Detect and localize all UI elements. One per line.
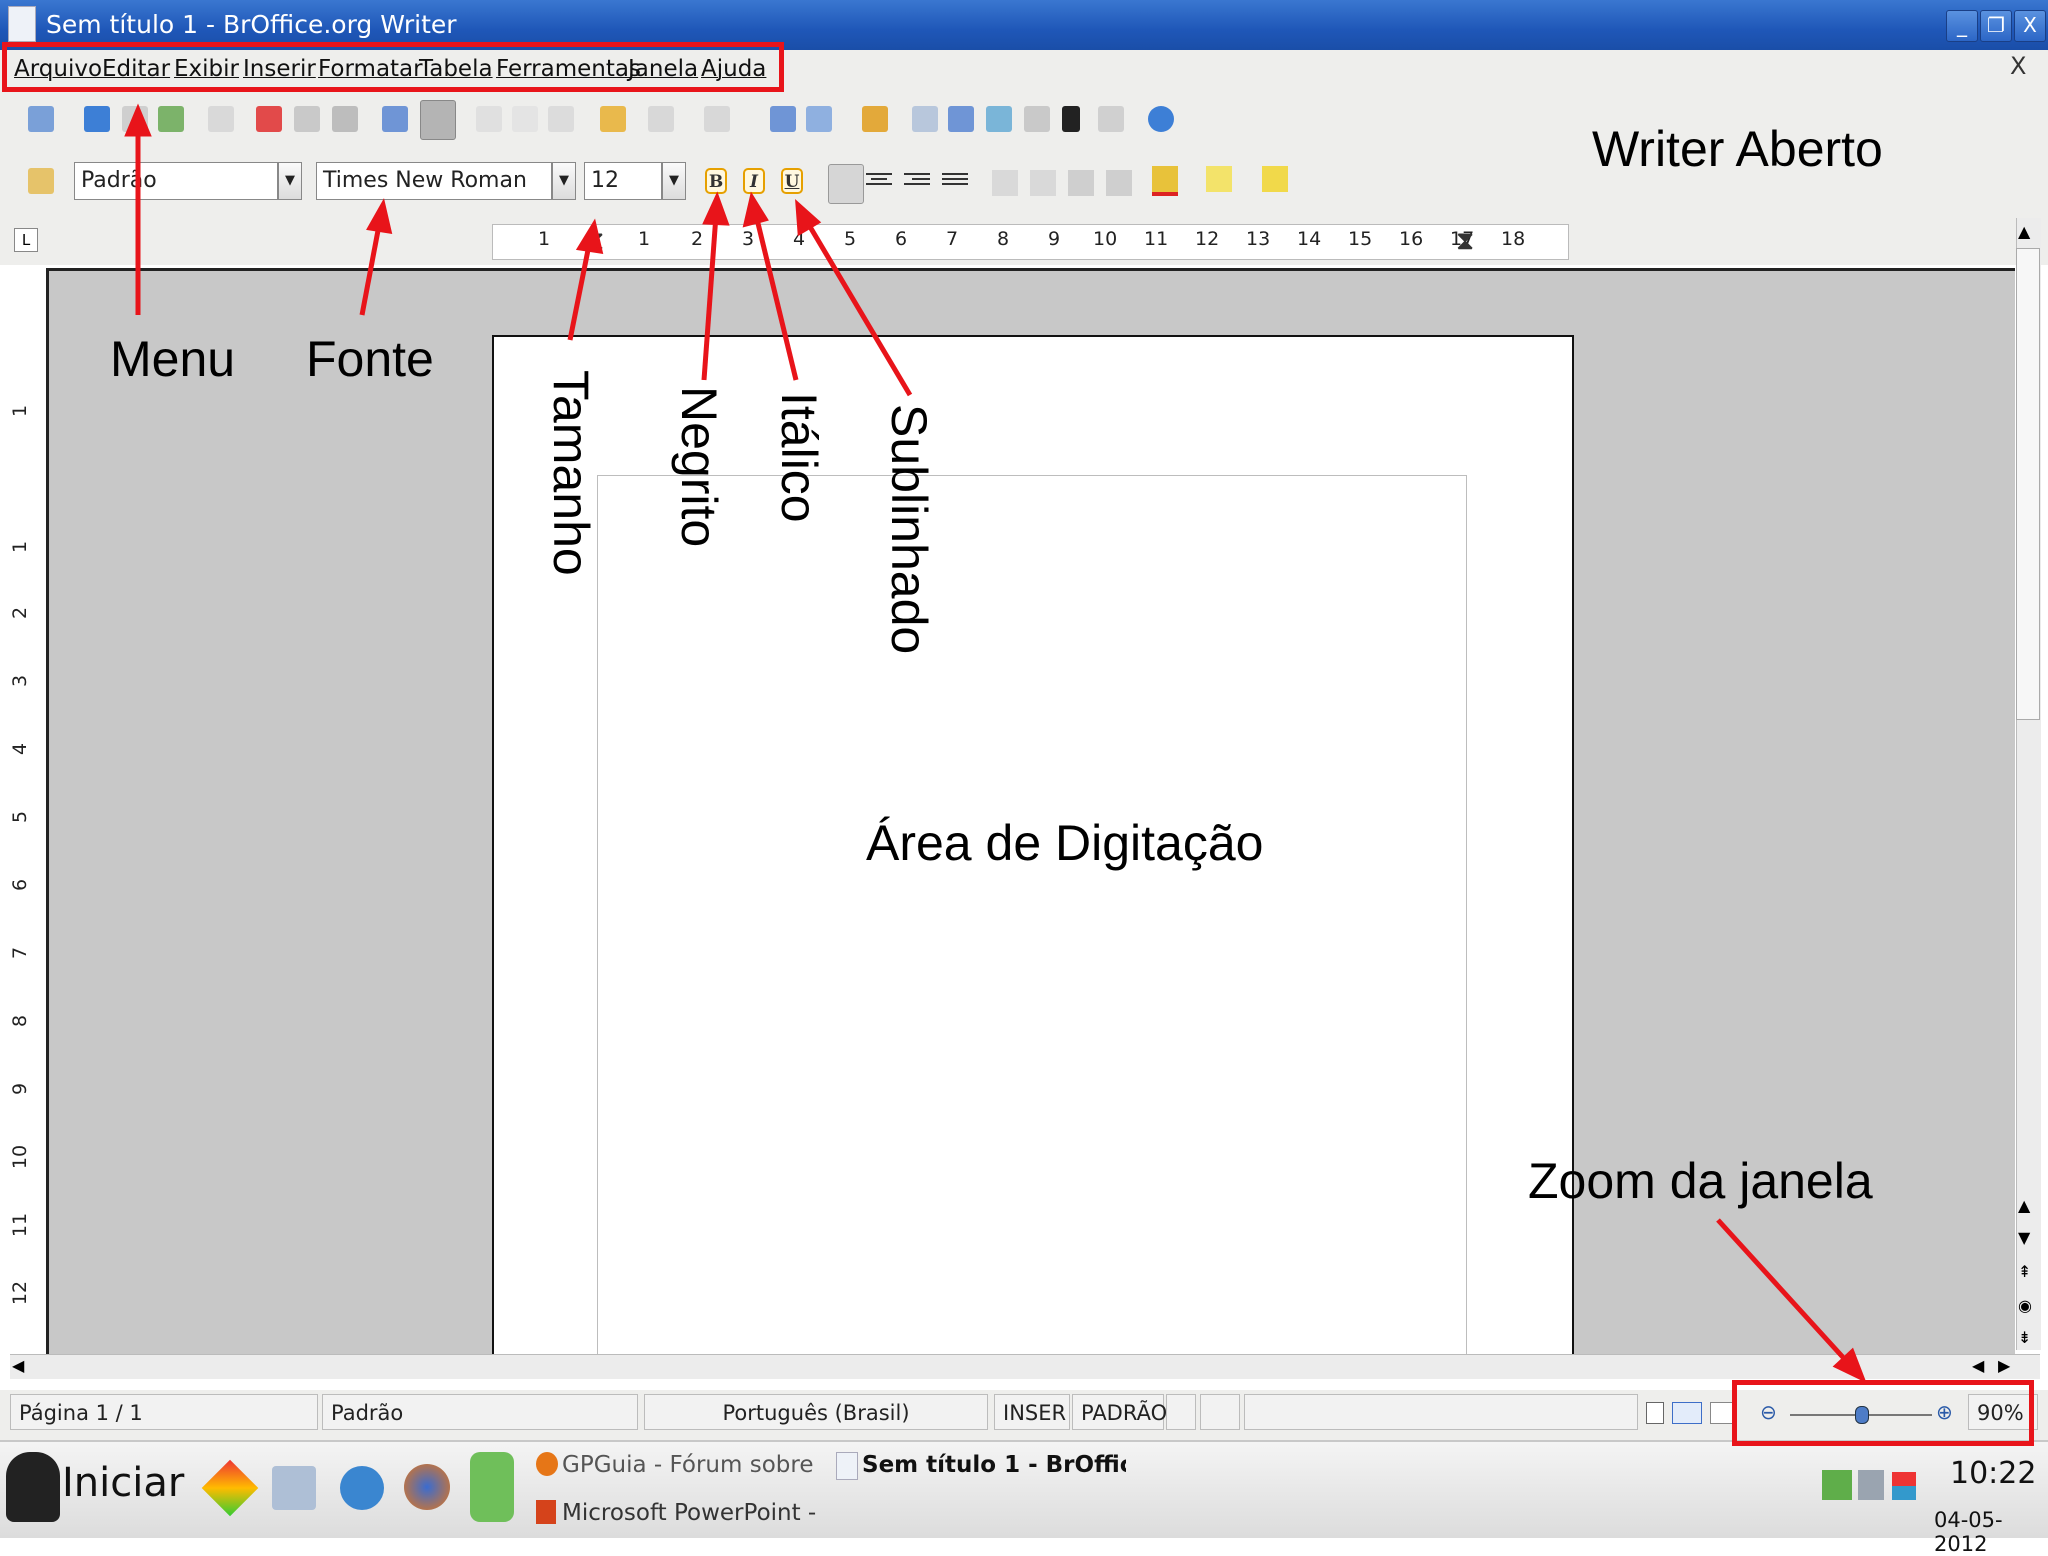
arrow-tamanho xyxy=(567,239,593,341)
annotation-italico: Itálico xyxy=(771,392,827,523)
annotation-tamanho: Tamanho xyxy=(543,370,599,576)
arrow-italico xyxy=(753,214,799,381)
annotation-arrows xyxy=(124,103,1867,1383)
annotation-menu: Menu xyxy=(110,331,236,387)
arrow-sublinhado xyxy=(803,218,913,397)
annotation-writer-aberto: Writer Aberto xyxy=(1592,121,1883,177)
annotation-zoom: Zoom da janela xyxy=(1528,1153,1873,1209)
arrow-negrito xyxy=(701,214,719,381)
annotation-fonte: Fonte xyxy=(306,331,434,387)
annotation-area-digitacao: Área de Digitação xyxy=(866,815,1264,871)
arrow-fonte xyxy=(359,219,383,316)
annotation-sublinhado: Sublinhado xyxy=(881,404,937,655)
annotation-negrito: Negrito xyxy=(671,386,727,548)
arrow-zoom xyxy=(1716,1218,1852,1367)
